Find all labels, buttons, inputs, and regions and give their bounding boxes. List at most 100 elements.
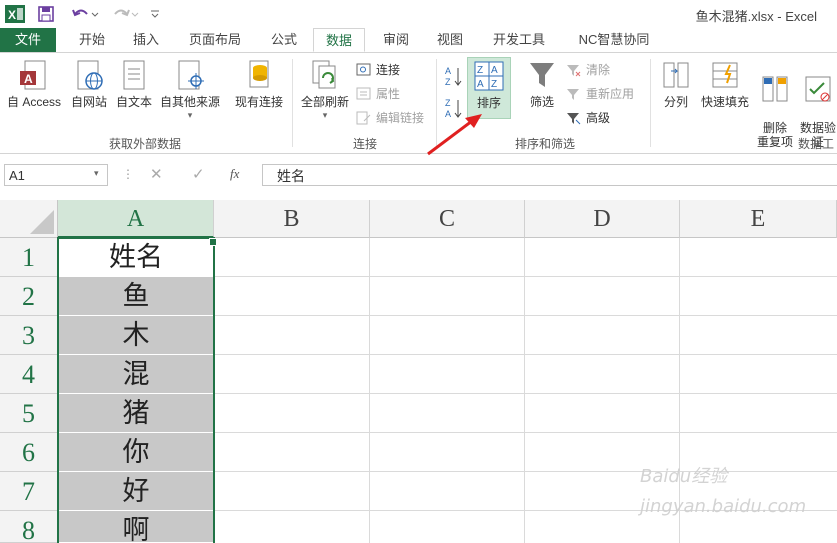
from-access-label: 自 Access [6,95,61,109]
formula-bar: A1 ▾ ⋮ ✕ ✓ fx 姓名 [0,160,837,192]
refresh-all-label: 全部刷新 [300,95,349,109]
flash-fill-label: 快速填充 [700,95,749,109]
other-sources-icon [178,60,204,90]
existing-connections-label: 现有连接 [234,95,283,109]
column-header-a[interactable]: A [58,200,214,238]
cell-a8[interactable]: 啊 [58,511,214,543]
cell-a6[interactable]: 你 [58,433,214,472]
properties-button[interactable]: 属性 [356,85,400,102]
cancel-icon[interactable]: ✕ [150,165,163,183]
watermark: Baidu经验 jingyan.baidu.com [640,466,807,517]
tab-view[interactable]: 视图 [428,28,472,52]
svg-text:Z: Z [491,79,497,90]
svg-text:X: X [8,8,16,22]
row-header[interactable]: 3 [0,316,58,355]
svg-text:A: A [445,66,451,76]
excel-logo-icon: X [4,4,26,24]
column-header-e[interactable]: E [680,200,837,238]
tab-data[interactable]: 数据 [313,28,365,52]
refresh-all-button[interactable]: 全部刷新 ▾ [296,59,354,121]
row-header[interactable]: 2 [0,277,58,316]
cell-a2[interactable]: 鱼 [58,277,214,316]
row-header[interactable]: 6 [0,433,58,472]
group-label-data-tools: 数据工 [798,137,835,151]
tab-formulas[interactable]: 公式 [262,28,306,52]
existing-connections-button[interactable]: 现有连接 [230,59,288,110]
row-header[interactable]: 8 [0,511,58,543]
from-access-button[interactable]: A 自 Access [4,59,64,110]
text-to-columns-button[interactable]: 分列 [656,59,696,110]
row-header[interactable]: 7 [0,472,58,511]
filter-label: 筛选 [529,95,554,109]
remove-duplicates-button[interactable]: 删除 重复项 [754,59,796,149]
name-box-dropdown-icon[interactable]: ▾ [94,168,99,179]
column-header-d[interactable]: D [525,200,680,238]
name-box[interactable]: A1 [4,164,108,186]
advanced-filter-icon [567,112,581,124]
from-other-sources-button[interactable]: 自其他来源 ▾ [156,59,224,121]
text-file-icon [123,60,145,90]
cell-a3[interactable]: 木 [58,316,214,355]
filter-button[interactable]: 筛选 [522,59,562,110]
dropdown-arrow-icon: ▾ [322,110,328,120]
tab-page-layout[interactable]: 页面布局 [182,28,248,52]
connections-icon [356,63,371,75]
row-header[interactable]: 1 [0,238,58,277]
row-header[interactable]: 4 [0,355,58,394]
svg-text:Z: Z [445,98,451,108]
undo-icon[interactable] [70,4,100,24]
fill-handle[interactable] [209,238,217,246]
column-header-c[interactable]: C [370,200,525,238]
clear-button[interactable]: 清除 [566,61,610,78]
from-web-button[interactable]: 自网站 [66,59,112,110]
save-icon[interactable] [36,4,56,24]
title-bar: X 鱼木混猪.xlsx - Excel [0,0,837,28]
from-text-button[interactable]: 自文本 [112,59,156,110]
formula-input[interactable]: 姓名 [262,164,837,186]
redo-icon[interactable] [110,4,140,24]
row-header[interactable]: 5 [0,394,58,433]
svg-text:A: A [491,65,498,76]
remove-duplicates-icon [762,76,788,102]
enter-icon[interactable]: ✓ [192,165,205,183]
window-title: 鱼木混猪.xlsx - Excel [695,9,817,24]
cell-a1[interactable]: 姓名 [58,238,214,277]
advanced-label: 高级 [586,111,611,125]
flash-fill-button[interactable]: 快速填充 [698,59,752,110]
advanced-button[interactable]: 高级 [566,109,610,126]
web-icon [77,60,103,90]
clear-filter-icon [567,64,581,76]
from-text-label: 自文本 [115,95,152,109]
from-other-sources-label: 自其他来源 [159,95,220,109]
worksheet-grid: A B C D E 1 2 3 4 5 6 7 8 姓名 鱼 木 混 猪 你 好… [0,200,837,543]
group-label-connections: 连接 [352,137,377,151]
tab-review[interactable]: 审阅 [374,28,418,52]
tab-developer[interactable]: 开发工具 [484,28,554,52]
reapply-button[interactable]: 重新应用 [566,85,634,102]
tab-nc[interactable]: NC智慧协同 [566,28,662,52]
tab-home[interactable]: 开始 [70,28,114,52]
insert-function-icon[interactable]: fx [230,166,239,182]
sort-a-to-z-button[interactable]: AZ [444,65,464,87]
data-validation-icon [805,76,831,102]
sort-az-icon: AZ [445,66,462,87]
refresh-icon [312,60,336,89]
cell-a7[interactable]: 好 [58,472,214,511]
tab-file[interactable]: 文件 [0,28,56,52]
select-all-corner[interactable] [0,200,58,238]
edit-links-button[interactable]: 编辑链接 [356,109,424,126]
customize-qat-icon[interactable] [148,4,162,24]
cell-a4[interactable]: 混 [58,355,214,394]
group-label-sort-filter: 排序和筛选 [514,137,575,151]
properties-label: 属性 [376,87,401,101]
connections-button[interactable]: 连接 [356,61,400,78]
tab-insert[interactable]: 插入 [124,28,168,52]
ribbon-tabs: 文件 开始 插入 页面布局 公式 数据 审阅 视图 开发工具 NC智慧协同 [0,28,837,53]
remove-duplicates-label: 删除 重复项 [756,121,793,149]
existing-connections-icon [249,60,269,88]
group-label-external: 获取外部数据 [108,137,181,151]
column-header-b[interactable]: B [214,200,370,238]
flash-fill-icon [712,62,738,88]
cell-a5[interactable]: 猪 [58,394,214,433]
text-to-columns-icon [663,62,689,88]
